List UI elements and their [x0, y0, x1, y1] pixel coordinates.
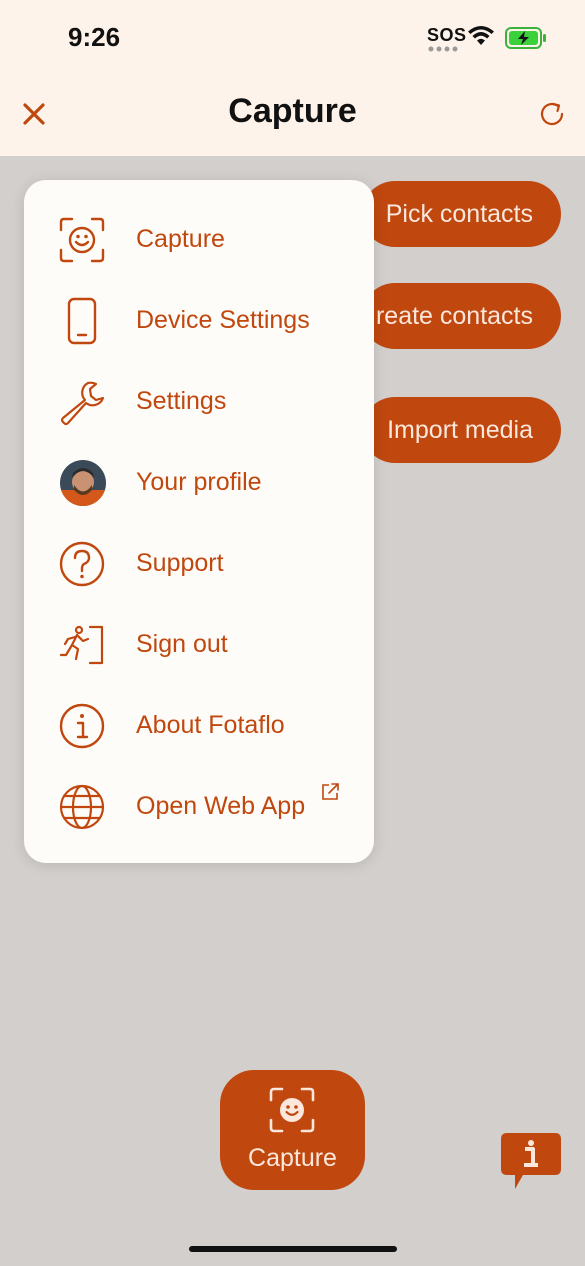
menu-item-label: Support: [136, 549, 224, 577]
menu-item-about[interactable]: About Fotaflo: [24, 689, 374, 761]
menu-item-label: Your profile: [136, 468, 262, 496]
import-media-button[interactable]: Import media: [362, 397, 561, 463]
home-indicator: [189, 1246, 397, 1252]
phone-icon: [67, 297, 97, 345]
pick-contacts-button[interactable]: Pick contacts: [362, 181, 561, 247]
menu-item-open-web-app[interactable]: Open Web App: [24, 770, 374, 842]
menu-item-label: Capture: [136, 225, 225, 253]
status-bar: 9:26 SOS: [0, 0, 585, 78]
face-scan-icon: [269, 1087, 315, 1133]
info-icon: [59, 703, 105, 749]
sos-indicator: SOS: [427, 25, 467, 45]
wrench-icon: [60, 381, 105, 426]
capture-button-label: Capture: [248, 1144, 337, 1172]
question-icon: [59, 541, 105, 587]
menu-item-label: Open Web App: [136, 792, 306, 820]
info-chat-icon[interactable]: [499, 1131, 563, 1193]
refresh-icon[interactable]: [536, 98, 568, 130]
menu-item-settings[interactable]: Settings: [24, 365, 374, 437]
capture-button[interactable]: Capture: [220, 1070, 365, 1190]
face-scan-icon: [59, 217, 105, 263]
menu-item-label: About Fotaflo: [136, 711, 285, 739]
create-contacts-button[interactable]: reate contacts: [362, 283, 561, 349]
menu-item-label: Device Settings: [136, 306, 310, 334]
menu-item-your-profile[interactable]: Your profile: [24, 446, 374, 518]
menu-item-sign-out[interactable]: Sign out: [24, 608, 374, 680]
battery-icon: [505, 27, 546, 49]
external-link-icon: [322, 783, 339, 800]
menu-item-label: Settings: [136, 387, 227, 415]
exit-icon: [59, 625, 104, 665]
wifi-icon: [468, 26, 494, 45]
globe-icon: [59, 784, 105, 830]
app-header: Capture: [0, 78, 585, 156]
status-time: 9:26: [68, 22, 121, 52]
menu-item-support[interactable]: Support: [24, 527, 374, 599]
page-title: Capture: [228, 92, 357, 130]
menu-item-label: Sign out: [136, 630, 228, 658]
menu-item-capture[interactable]: Capture: [24, 203, 374, 275]
menu-item-device-settings[interactable]: Device Settings: [24, 284, 374, 356]
avatar: [60, 460, 106, 506]
signal-dots-icon: [428, 46, 458, 52]
navigation-menu: Capture Device Settings Settings Your pr…: [24, 180, 374, 863]
